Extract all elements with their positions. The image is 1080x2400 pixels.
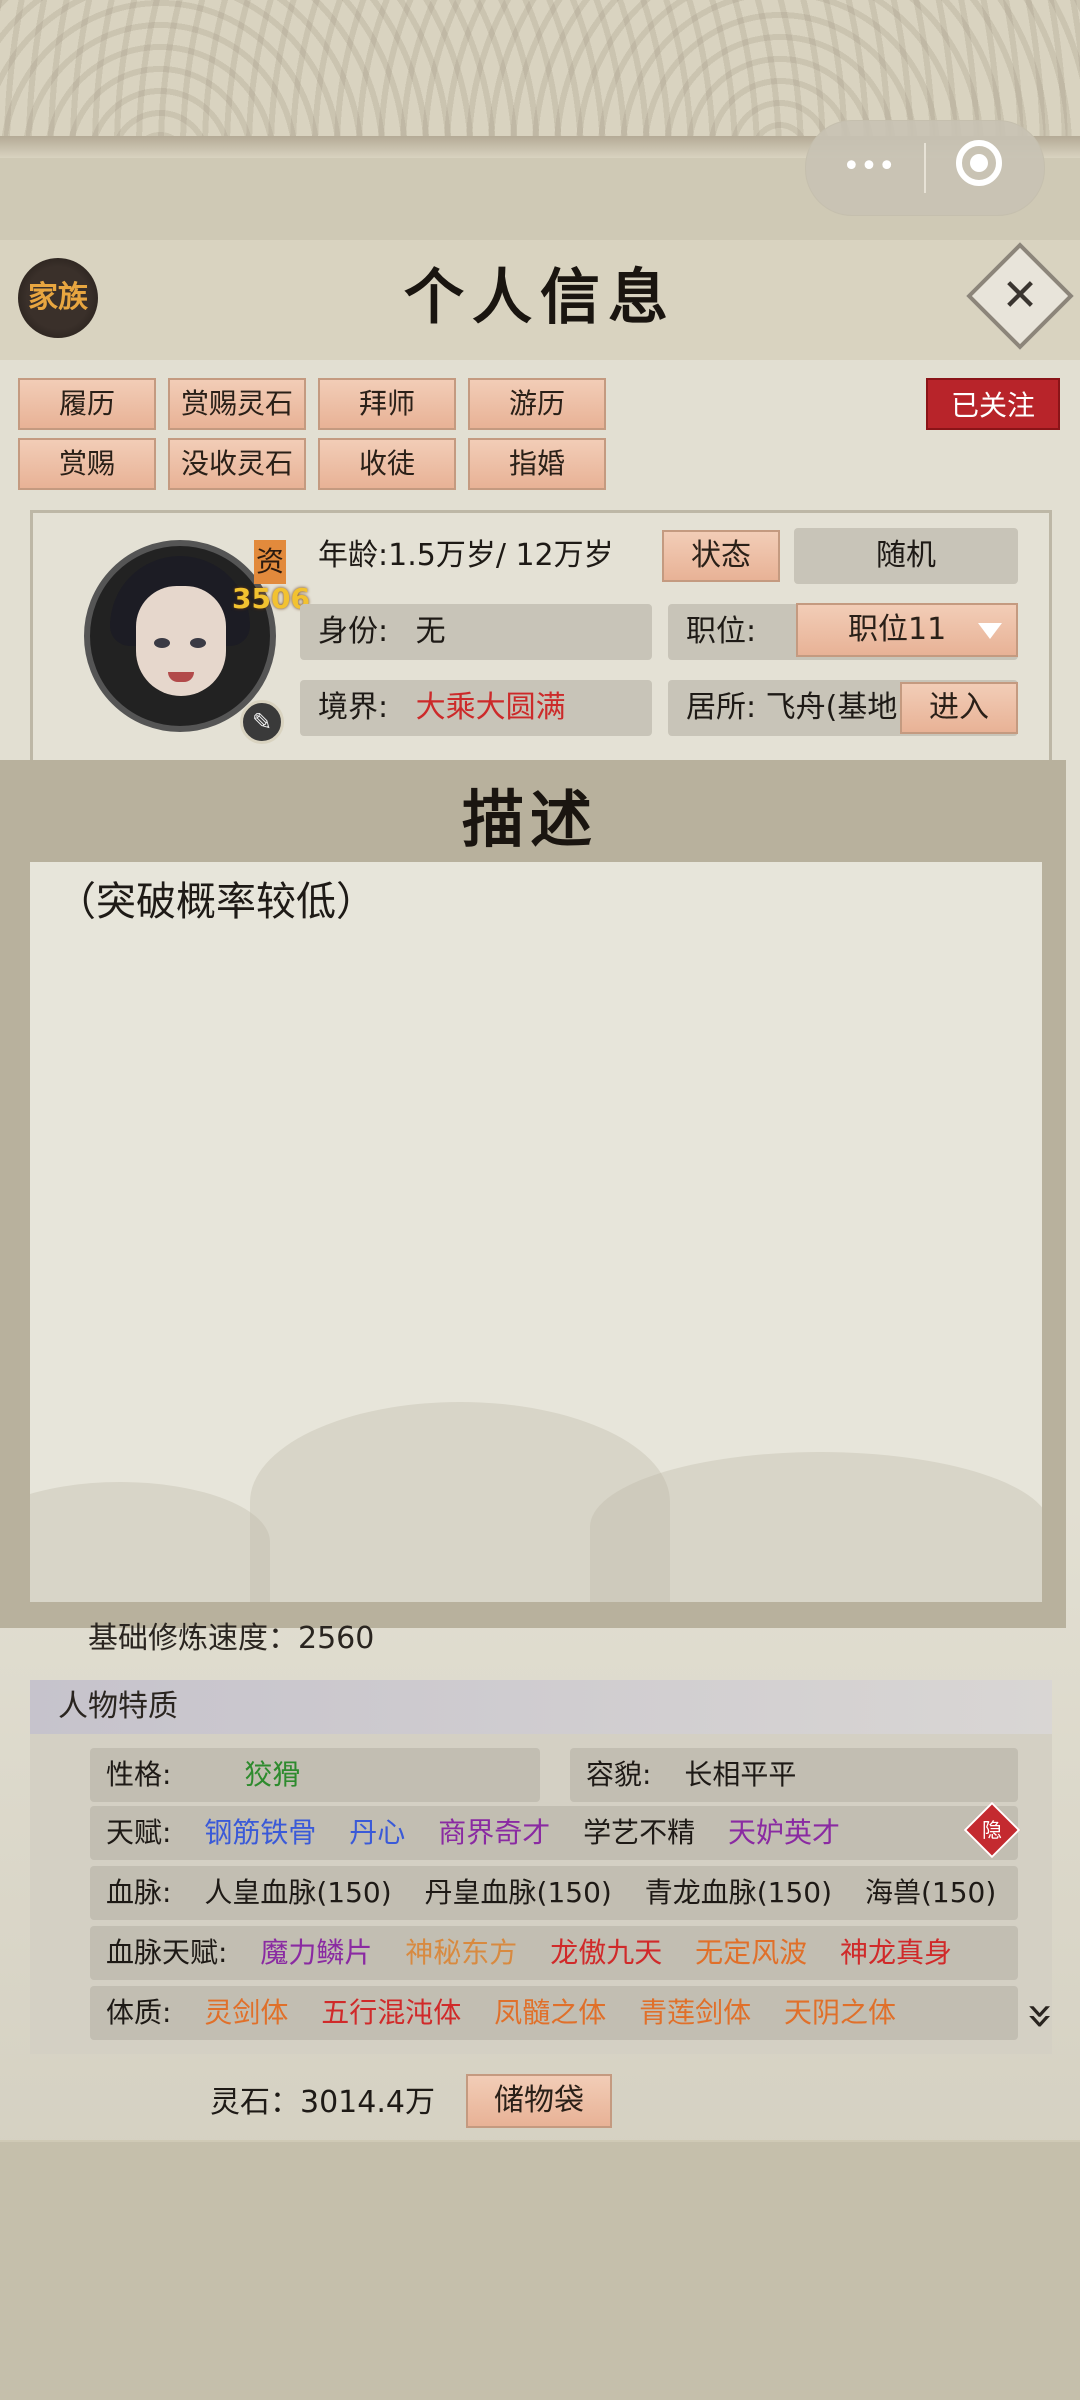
physique-item: 青莲剑体: [639, 1996, 752, 2029]
personality-row: 性格: 狡猾: [90, 1748, 540, 1802]
bloodline-item: 青龙血脉(150): [644, 1876, 833, 1909]
take-disciple-button[interactable]: 收徒: [318, 438, 456, 490]
physique-label: 体质:: [106, 1996, 172, 2029]
appearance-value: 长相平平: [684, 1758, 797, 1791]
marriage-button[interactable]: 指婚: [468, 438, 606, 490]
realm-label: 境界:: [318, 690, 389, 725]
position-value: 职位11: [848, 612, 947, 647]
more-icon[interactable]: •••: [834, 150, 904, 184]
personality-label: 性格:: [106, 1758, 172, 1791]
physique-row: 体质: 灵剑体 五行混沌体 凤髓之体 青莲剑体 天阴之体: [90, 1986, 1018, 2040]
confiscate-stones-button[interactable]: 没收灵石: [168, 438, 306, 490]
age-field: 年龄:1.5万岁/ 12万岁: [318, 538, 614, 573]
modal-title: 描述: [461, 783, 598, 856]
appearance-label: 容貌:: [586, 1758, 652, 1791]
bloodline-talent-item: 魔力鳞片: [260, 1936, 373, 1969]
talent-label: 天赋:: [106, 1816, 172, 1849]
spirit-stones: 灵石：3014.4万: [210, 2085, 435, 2120]
talent-item: 钢筋铁骨: [204, 1816, 317, 1849]
enter-button[interactable]: 进入: [900, 682, 1018, 734]
position-label: 职位:: [686, 614, 757, 649]
identity-label: 身份:: [318, 614, 389, 649]
modal-text: （突破概率较低）: [56, 879, 376, 925]
bloodline-talent-item: 神秘东方: [405, 1936, 518, 1969]
bloodline-talent-item: 龙傲九天: [550, 1936, 663, 1969]
bloodline-item: 海兽(150): [864, 1876, 997, 1909]
close-icon: ✕: [1001, 270, 1039, 321]
page-title: 个人信息: [404, 263, 676, 333]
identity-field: 身份: 无: [300, 604, 652, 660]
close-miniprogram-icon[interactable]: [956, 140, 1002, 186]
bloodline-talent-item: 神龙真身: [840, 1936, 953, 1969]
bottom-area: [0, 2142, 1080, 2400]
physique-item: 灵剑体: [204, 1996, 289, 2029]
identity-value: 无: [415, 614, 446, 649]
family-button[interactable]: 家族: [18, 258, 98, 338]
modal-body: [30, 862, 1042, 1602]
bloodline-talent-row: 血脉天赋: 魔力鳞片 神秘东方 龙傲九天 无定风波 神龙真身: [90, 1926, 1018, 1980]
chevron-down-icon: [978, 623, 1002, 639]
bloodline-item: 丹皇血脉(150): [424, 1876, 612, 1909]
reward-button[interactable]: 赏赐: [18, 438, 156, 490]
apprentice-button[interactable]: 拜师: [318, 378, 456, 430]
talent-item: 丹心: [349, 1816, 406, 1849]
reward-stones-button[interactable]: 赏赐灵石: [168, 378, 306, 430]
talent-row: 天赋: 钢筋铁骨 丹心 商界奇才 学艺不精 天妒英才: [90, 1806, 1018, 1860]
aptitude-label: 资: [254, 540, 286, 584]
talent-item: 学艺不精: [583, 1816, 696, 1849]
expand-icon[interactable]: »: [1012, 1986, 1072, 2046]
bloodline-talent-label: 血脉天赋:: [106, 1936, 228, 1969]
physique-item: 五行混沌体: [321, 1996, 462, 2029]
talent-item: 商界奇才: [438, 1816, 551, 1849]
personality-value: 狡猾: [244, 1758, 301, 1791]
status-button[interactable]: 状态: [662, 530, 780, 582]
physique-item: 天阴之体: [784, 1996, 897, 2029]
bloodline-item: 人皇血脉(150): [204, 1876, 392, 1909]
random-button[interactable]: 随机: [794, 528, 1018, 584]
physique-item: 凤髓之体: [494, 1996, 607, 2029]
edit-icon[interactable]: ✎: [240, 700, 284, 744]
travel-button[interactable]: 游历: [468, 378, 606, 430]
position-select[interactable]: 职位11: [796, 603, 1018, 657]
bloodline-label: 血脉:: [106, 1876, 172, 1909]
storage-bag-button[interactable]: 储物袋: [466, 2074, 612, 2128]
base-cultivation-speed: 基础修炼速度：2560: [88, 1621, 375, 1656]
avatar[interactable]: [84, 540, 276, 732]
realm-field: 境界: 大乘大圆满: [300, 680, 652, 736]
traits-section-header: 人物特质: [30, 1680, 1052, 1734]
history-button[interactable]: 履历: [18, 378, 156, 430]
follow-badge[interactable]: 已关注: [926, 378, 1060, 430]
talent-item: 天妒英才: [728, 1816, 841, 1849]
appearance-row: 容貌: 长相平平: [570, 1748, 1018, 1802]
bloodline-row: 血脉: 人皇血脉(150) 丹皇血脉(150) 青龙血脉(150) 海兽(150…: [90, 1866, 1018, 1920]
bloodline-talent-item: 无定风波: [695, 1936, 808, 1969]
realm-value: 大乘大圆满: [415, 690, 566, 725]
